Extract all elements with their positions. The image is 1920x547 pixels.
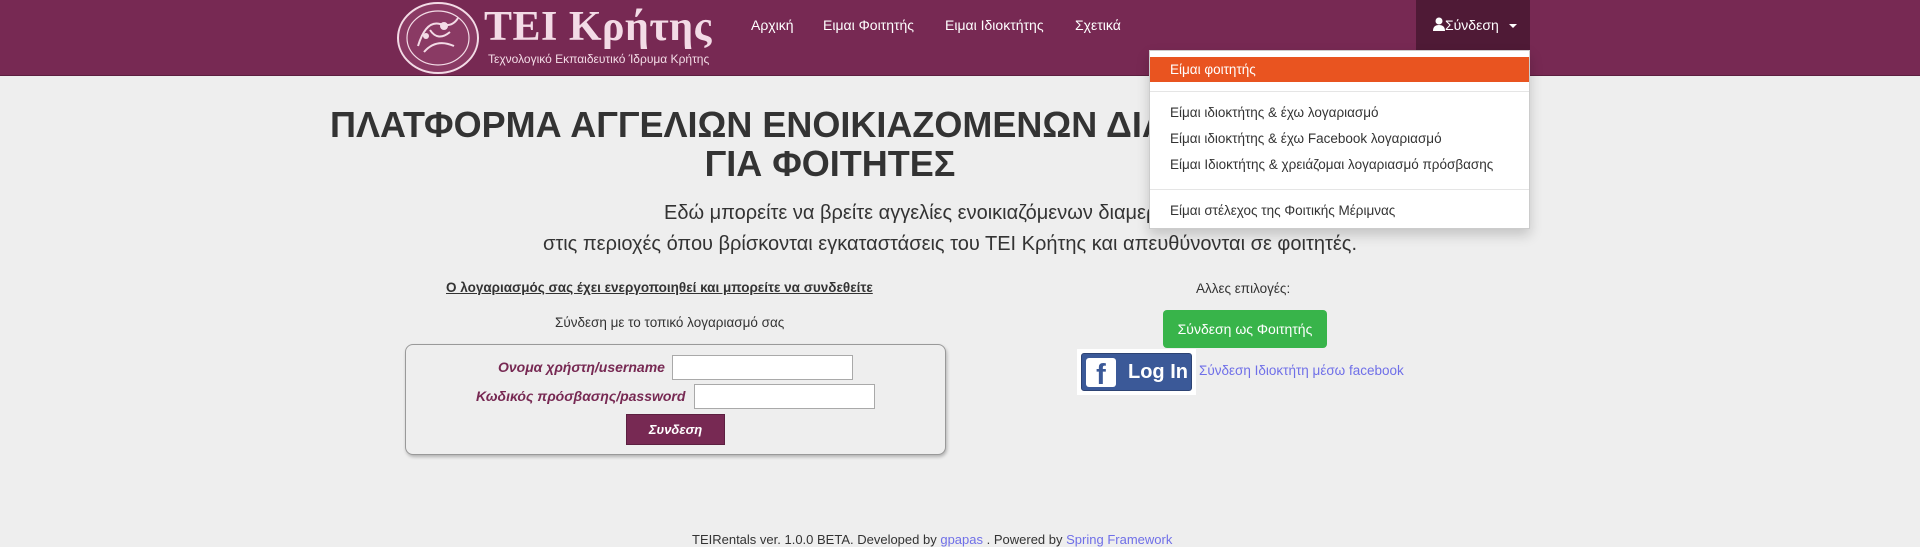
seal-icon [397, 2, 479, 74]
nav-owner[interactable]: Ειμαι Ιδιοκτήτης [945, 17, 1044, 33]
password-label: Κωδικός πρόσβασης/password [476, 388, 686, 404]
login-dropdown-menu: Είμαι φοιτητής Είμαι ιδιοκτήτης & έχω λο… [1149, 50, 1530, 229]
tei-crete-logo[interactable]: TEI Κρήτης Τεχνολογικό Εκπαιδευτικό Ίδρυ… [393, 1, 733, 75]
login-dropdown-toggle[interactable]: Σύνδεση [1416, 0, 1530, 50]
caret-down-icon [1509, 24, 1517, 28]
menu-divider [1150, 189, 1529, 190]
menu-divider [1150, 91, 1529, 92]
password-input[interactable] [694, 384, 875, 409]
facebook-login-label: Log In [1128, 361, 1188, 383]
nav-home[interactable]: Αρχική [751, 17, 794, 33]
facebook-owner-login-link[interactable]: Σύνδεση Ιδιοκτήτη μέσω facebook [1199, 363, 1404, 378]
menu-item-owner-account[interactable]: Είμαι ιδιοκτήτης & έχω λογαριασμό [1150, 102, 1529, 124]
menu-item-owner-register[interactable]: Είμαι Ιδιοκτήτης & χρειάζομαι λογαριασμό… [1150, 154, 1529, 176]
username-input[interactable] [672, 355, 853, 380]
student-login-button[interactable]: Σύνδεση ως Φοιτητής [1163, 310, 1327, 348]
page-subtitle-line2: στις περιοχές όπου βρίσκονται εγκαταστάσ… [542, 233, 1358, 255]
brand-subtitle: Τεχνολογικό Εκπαιδευτικό Ίδρυμα Κρήτης [488, 52, 710, 66]
menu-item-owner-facebook[interactable]: Είμαι ιδιοκτήτης & έχω Facebook λογαριασ… [1150, 128, 1529, 150]
account-activated-message: Ο λογαριασμός σας έχει ενεργοποιηθεί και… [446, 280, 873, 295]
username-label: Ονομα χρήστη/username [498, 359, 665, 375]
local-login-label: Σύνδεση με το τοπικό λογαριασμό σας [555, 315, 785, 330]
other-options-label: Αλλες επιλογές: [1196, 281, 1291, 296]
login-form: Ονομα χρήστη/username Κωδικός πρόσβασης/… [405, 344, 946, 455]
login-submit-button[interactable]: Συνδεση [626, 414, 725, 445]
menu-item-staff[interactable]: Είμαι στέλεχος της Φοιτικής Μέριμνας [1150, 200, 1529, 222]
facebook-button-face: f Log In [1081, 353, 1192, 391]
facebook-icon: f [1086, 358, 1116, 391]
facebook-login-button[interactable]: f Log In [1077, 349, 1196, 395]
top-navbar: TEI Κρήτης Τεχνολογικό Εκπαιδευτικό Ίδρυ… [0, 0, 1920, 76]
nav-about[interactable]: Σχετικά [1075, 17, 1121, 33]
brand-title: TEI Κρήτης [484, 4, 712, 50]
login-label: Σύνδεση [1445, 17, 1499, 33]
nav-student[interactable]: Ειμαι Φοιτητής [823, 17, 914, 33]
user-icon [1433, 17, 1445, 31]
menu-item-student[interactable]: Είμαι φοιτητής [1150, 57, 1529, 82]
